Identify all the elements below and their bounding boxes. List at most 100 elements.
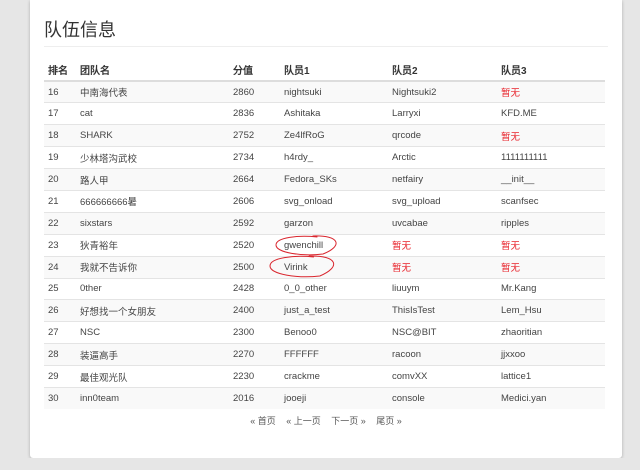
cell-rank: 16 [44,80,76,103]
cell-member1: FFFFFF [280,343,388,366]
cell-member2: 暂无 [388,233,497,257]
cell-rank: 17 [44,102,76,125]
table-row: 18 SHARK 2752 Ze4lfRoG qrcode 暂无 [44,124,605,147]
cell-member2: Nightsuki2 [388,80,497,103]
pager-last-link[interactable]: 尾页 » [376,416,402,426]
hand-drawn-circle-annotation [275,235,337,255]
table-row: 19 少林塔沟武校 2734 h4rdy_ Arctic 1111111111 [44,146,605,169]
page-title: 队伍信息 [44,20,116,41]
cell-score: 2400 [229,299,280,322]
cell-member1: crackme [280,365,388,388]
cell-team-name: 我就不告诉你 [76,255,229,279]
cell-score: 2016 [229,386,280,410]
cell-member3: __init__ [497,168,605,191]
table-row: 17 cat 2836 Ashitaka Larryxi KFD.ME [44,102,605,125]
cell-member3: 1111111111 [497,146,605,169]
cell-rank: 21 [44,189,76,213]
page-bottom-bar [0,458,640,470]
cell-member1: gwenchill [275,233,388,257]
cell-member2: qrcode [388,124,497,147]
cell-score: 2836 [229,102,280,125]
cell-rank: 23 [44,233,76,257]
cell-member2: svg_upload [388,189,497,213]
cell-team-name: 中南海代表 [76,80,229,103]
table-row: 26 好想找一个女朋友 2400 just_a_test ThisIsTest Lem_H… [44,299,605,322]
cell-member3: 暂无 [497,233,605,257]
cell-team-name: 666666666暑 [76,189,229,213]
cell-member3: 暂无 [497,124,605,147]
cell-member3: 暂无 [497,80,605,103]
team-table: 排名 团队名 分值 队员1 队员2 队员3 16 中南海代表 2860 nightsu… [44,59,605,410]
cell-score: 2500 [229,255,280,279]
table-row: 24 我就不告诉你 2500 Virink 暂无 暂无 [44,255,605,279]
cell-score: 2520 [229,233,280,257]
cell-score: 2734 [229,146,280,169]
table-row: 30 inn0team 2016 jooeji console Medici.yan [44,386,605,410]
header-member1: 队员1 [280,59,388,82]
cell-rank: 28 [44,343,76,366]
cell-member1: nightsuki [280,80,388,103]
cell-member1: Fedora_SKs [280,168,388,191]
cell-team-name: SHARK [76,124,229,147]
cell-team-name: NSC [76,321,229,344]
cell-member3: scanfsec [497,189,605,213]
cell-member1: jooeji [280,386,388,410]
cell-member2: ThisIsTest [388,299,497,322]
cell-member1: Ashitaka [280,102,388,125]
cell-team-name: 好想找一个女朋友 [76,299,229,322]
header-member2: 队员2 [388,59,497,82]
cell-member2: racoon [388,343,497,366]
cell-rank: 30 [44,386,76,410]
cell-team-name: cat [76,102,229,125]
hand-drawn-circle-annotation [269,255,335,277]
cell-rank: 27 [44,321,76,344]
cell-member3: zhaoritian [497,321,605,344]
cell-team-name: 路人甲 [76,168,229,191]
cell-rank: 20 [44,168,76,191]
cell-member2: netfairy [388,168,497,191]
cell-team-name: inn0team [76,386,229,410]
table-row: 22 sixstars 2592 garzon uvcabae ripples [44,211,605,235]
cell-team-name: 少林塔沟武校 [76,146,229,169]
pager-prev-link[interactable]: « 上一页 [286,416,321,426]
cell-member3: Medici.yan [497,386,605,410]
title-divider [44,46,608,47]
cell-team-name: 0ther [76,277,229,300]
cell-rank: 26 [44,299,76,322]
header-member3: 队员3 [497,59,605,82]
cell-member2: Arctic [388,146,497,169]
cell-score: 2606 [229,189,280,213]
cell-rank: 29 [44,365,76,388]
table-row: 20 路人甲 2664 Fedora_SKs netfairy __init__ [44,168,605,191]
cell-score: 2592 [229,211,280,235]
cell-member1: h4rdy_ [280,146,388,169]
cell-rank: 25 [44,277,76,300]
cell-team-name: 最佳观光队 [76,365,229,388]
cell-member1: svg_onload [280,189,388,213]
table-row: 27 NSC 2300 Benoo0 NSC@BIT zhaoritian [44,321,605,344]
cell-member3: KFD.ME [497,102,605,125]
cell-team-name: 装逼高手 [76,343,229,366]
table-row: 28 装逼高手 2270 FFFFFF racoon jjxxoo [44,343,605,366]
pager-first-link[interactable]: « 首页 [250,416,276,426]
cell-score: 2428 [229,277,280,300]
cell-member3: Mr.Kang [497,277,605,300]
header-team: 团队名 [76,59,229,82]
cell-team-name: sixstars [76,211,229,235]
cell-member2: liuuym [388,277,497,300]
cell-rank: 18 [44,124,76,147]
cell-score: 2664 [229,168,280,191]
pagination: « 首页 « 上一页 下一页 » 尾页 » [30,414,622,427]
cell-member1: 0_0_other [280,277,388,300]
table-row: 16 中南海代表 2860 nightsuki Nightsuki2 暂无 [44,80,605,103]
cell-member3: Lem_Hsu [497,299,605,322]
pager-next-link[interactable]: 下一页 » [331,416,366,426]
cell-member2: comvXX [388,365,497,388]
cell-rank: 19 [44,146,76,169]
cell-member1: Benoo0 [280,321,388,344]
table-row: 29 最佳观光队 2230 crackme comvXX lattice1 [44,365,605,388]
cell-team-name: 狄青裕年 [76,233,229,257]
cell-member1: garzon [280,211,388,235]
cell-member1: Ze4lfRoG [280,124,388,147]
cell-score: 2270 [229,343,280,366]
